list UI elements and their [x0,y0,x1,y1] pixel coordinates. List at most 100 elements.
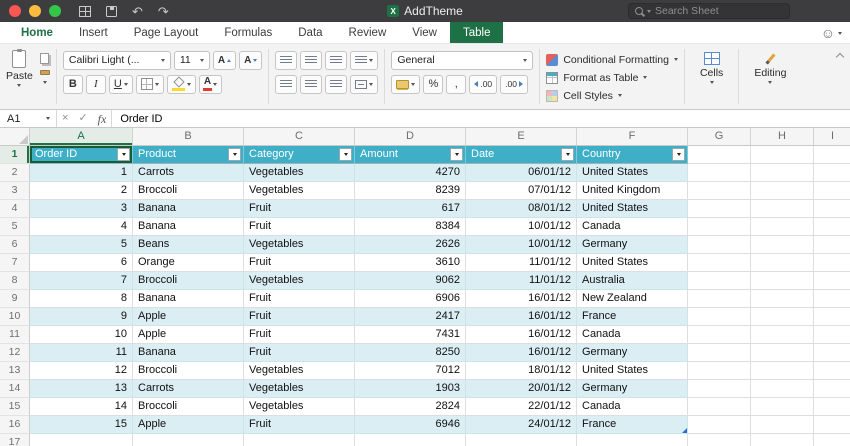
wrap-text-button[interactable] [350,50,379,70]
cell-H1[interactable] [751,146,814,164]
align-middle-button[interactable] [300,50,323,70]
cell-D9[interactable]: 6906 [355,290,466,308]
cell-E1[interactable]: Date [466,146,577,164]
cell-F7[interactable]: United States [577,254,688,272]
cell-B8[interactable]: Broccoli [133,272,244,290]
cell-I10[interactable] [814,308,850,326]
cell-D1[interactable]: Amount [355,146,466,164]
cell-F15[interactable]: Canada [577,398,688,416]
cell-D5[interactable]: 8384 [355,218,466,236]
cell-A16[interactable]: 15 [30,416,133,434]
cell-C15[interactable]: Vegetables [244,398,355,416]
cell-D10[interactable]: 2417 [355,308,466,326]
cell-F8[interactable]: Australia [577,272,688,290]
cell-F11[interactable]: Canada [577,326,688,344]
undo-icon[interactable]: ↶ [132,5,143,18]
cell-G1[interactable] [688,146,751,164]
cell-I3[interactable] [814,182,850,200]
merge-center-button[interactable] [350,74,379,94]
cell-D3[interactable]: 8239 [355,182,466,200]
cell-G5[interactable] [688,218,751,236]
cell-B13[interactable]: Broccoli [133,362,244,380]
cell-A15[interactable]: 14 [30,398,133,416]
column-header-H[interactable]: H [751,128,814,145]
cell-I14[interactable] [814,380,850,398]
tab-formulas[interactable]: Formulas [211,22,285,43]
conditional-formatting-button[interactable]: Conditional Formatting [546,51,678,68]
row-header-4[interactable]: 4 [0,200,30,218]
number-format-select[interactable]: General [391,50,534,70]
cell-A9[interactable]: 8 [30,290,133,308]
cell-E8[interactable]: 11/01/12 [466,272,577,290]
row-header-7[interactable]: 7 [0,254,30,272]
cell-B5[interactable]: Banana [133,218,244,236]
font-size-select[interactable]: 11 [173,50,210,70]
cell-E10[interactable]: 16/01/12 [466,308,577,326]
cell-G9[interactable] [688,290,751,308]
cell-C11[interactable]: Fruit [244,326,355,344]
cell-D16[interactable]: 6946 [355,416,466,434]
cell-G17[interactable] [688,434,751,446]
cell-D4[interactable]: 617 [355,200,466,218]
cell-I1[interactable] [814,146,850,164]
cell-D17[interactable] [355,434,466,446]
cell-F12[interactable]: Germany [577,344,688,362]
cell-D8[interactable]: 9062 [355,272,466,290]
minimize-button[interactable] [29,5,41,17]
cell-A8[interactable]: 7 [30,272,133,290]
feedback-button[interactable]: ☺ [821,22,842,44]
cell-D13[interactable]: 7012 [355,362,466,380]
cell-E12[interactable]: 16/01/12 [466,344,577,362]
row-header-10[interactable]: 10 [0,308,30,326]
cell-B16[interactable]: Apple [133,416,244,434]
cell-I5[interactable] [814,218,850,236]
cell-G6[interactable] [688,236,751,254]
tab-home[interactable]: Home [8,22,66,43]
cell-D7[interactable]: 3610 [355,254,466,272]
row-header-13[interactable]: 13 [0,362,30,380]
column-header-I[interactable]: I [814,128,850,145]
cell-D12[interactable]: 8250 [355,344,466,362]
cell-G14[interactable] [688,380,751,398]
cell-A10[interactable]: 9 [30,308,133,326]
cell-C8[interactable]: Vegetables [244,272,355,290]
cell-H11[interactable] [751,326,814,344]
cell-F3[interactable]: United Kingdom [577,182,688,200]
filter-button[interactable] [117,148,130,161]
cell-F6[interactable]: Germany [577,236,688,254]
currency-button[interactable] [391,74,421,94]
cell-C4[interactable]: Fruit [244,200,355,218]
paste-button[interactable]: Paste [6,48,33,107]
cell-B9[interactable]: Banana [133,290,244,308]
column-header-D[interactable]: D [355,128,466,145]
cell-I8[interactable] [814,272,850,290]
table-resize-handle[interactable] [682,428,687,433]
cell-A6[interactable]: 5 [30,236,133,254]
search-input[interactable]: Search Sheet [628,3,790,19]
select-all-button[interactable] [0,128,30,145]
row-header-6[interactable]: 6 [0,236,30,254]
row-header-3[interactable]: 3 [0,182,30,200]
cell-E13[interactable]: 18/01/12 [466,362,577,380]
cell-A13[interactable]: 12 [30,362,133,380]
decrease-font-button[interactable]: A [239,50,263,70]
cell-G13[interactable] [688,362,751,380]
increase-font-button[interactable]: A [212,50,237,70]
percent-style-button[interactable]: % [423,74,444,94]
cell-I15[interactable] [814,398,850,416]
cell-I4[interactable] [814,200,850,218]
cell-A4[interactable]: 3 [30,200,133,218]
tab-review[interactable]: Review [336,22,400,43]
cell-A7[interactable]: 6 [30,254,133,272]
close-button[interactable] [9,5,21,17]
cell-B7[interactable]: Orange [133,254,244,272]
cell-A2[interactable]: 1 [30,164,133,182]
row-header-9[interactable]: 9 [0,290,30,308]
cell-E5[interactable]: 10/01/12 [466,218,577,236]
filter-button[interactable] [339,148,352,161]
cell-I16[interactable] [814,416,850,434]
cell-E11[interactable]: 16/01/12 [466,326,577,344]
cell-H10[interactable] [751,308,814,326]
filter-button[interactable] [228,148,241,161]
cell-F4[interactable]: United States [577,200,688,218]
